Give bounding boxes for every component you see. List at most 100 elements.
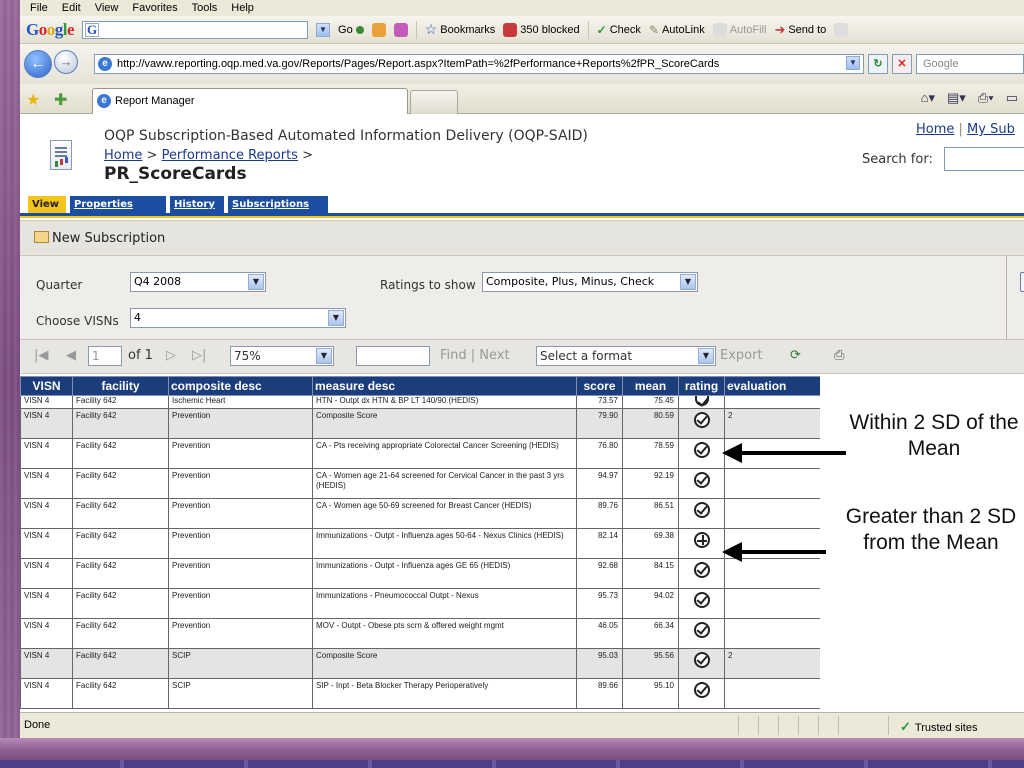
- menu-bar: File Edit View Favorites Tools Help: [20, 0, 1024, 16]
- find-button[interactable]: Find: [440, 348, 467, 363]
- menu-tools[interactable]: Tools: [192, 2, 218, 14]
- status-bar: Done ✓ Trusted sites: [20, 712, 1024, 738]
- tab-properties[interactable]: Properties: [70, 196, 166, 214]
- column-header-score[interactable]: score: [576, 376, 623, 396]
- forward-button[interactable]: →: [54, 50, 78, 74]
- menu-edit[interactable]: Edit: [62, 2, 81, 14]
- security-zone[interactable]: ✓ Trusted sites: [900, 719, 977, 735]
- feeds-icon[interactable]: ▤▾: [947, 90, 966, 106]
- menu-help[interactable]: Help: [231, 2, 254, 14]
- table-row: VISN 4 Facility 642 SCIP SIP - Inpt - Beta …: [20, 678, 820, 709]
- rating-cell: [678, 438, 725, 469]
- highlight-icon[interactable]: [834, 22, 849, 37]
- new-tab-button[interactable]: [410, 90, 458, 114]
- page-number-input[interactable]: 1: [88, 346, 122, 366]
- bookmarks-button[interactable]: ☆ Bookmarks: [425, 21, 496, 38]
- ie-page-icon: e: [97, 94, 111, 108]
- view-report-button[interactable]: [1020, 272, 1024, 292]
- column-header-facility[interactable]: facility: [72, 376, 169, 396]
- facility-cell: Facility 642: [72, 528, 169, 559]
- page-icon[interactable]: ▭: [1006, 90, 1018, 106]
- home-icon[interactable]: ⌂▾: [921, 90, 935, 106]
- extensions-icon[interactable]: [393, 22, 408, 37]
- facility-cell: Facility 642: [72, 438, 169, 469]
- zoom-select[interactable]: 75% ▼: [230, 346, 334, 366]
- tab-view[interactable]: View: [28, 196, 66, 214]
- google-search-input[interactable]: G: [82, 20, 309, 39]
- mean-cell: 80.59: [622, 408, 679, 439]
- tab-report-manager[interactable]: e Report Manager: [92, 88, 408, 114]
- measure-cell: CA - Women age 21-64 screened for Cervic…: [312, 468, 577, 499]
- last-page-button[interactable]: ▷|: [192, 348, 206, 363]
- tab-subscriptions[interactable]: Subscriptions: [228, 196, 328, 214]
- stop-button[interactable]: ✕: [892, 54, 912, 74]
- top-home-link[interactable]: Home: [916, 122, 954, 137]
- autolink-button[interactable]: ✎ AutoLink: [649, 23, 705, 37]
- quarter-select[interactable]: Q4 2008 ▼: [130, 272, 266, 292]
- column-header-mean[interactable]: mean: [622, 376, 679, 396]
- score-cell: 92.68: [576, 558, 623, 589]
- breadcrumb-performance-link[interactable]: Performance Reports: [162, 148, 298, 163]
- first-page-button[interactable]: |◀: [34, 348, 48, 363]
- search-for-input[interactable]: [944, 147, 1024, 171]
- google-go-button[interactable]: Go: [338, 24, 364, 36]
- autofill-button[interactable]: AutoFill: [712, 22, 766, 37]
- spellcheck-button[interactable]: ✓ Check: [597, 23, 641, 37]
- page-header: OQP Subscription-Based Automated Informa…: [20, 114, 1024, 196]
- rating-cell: [678, 588, 725, 619]
- popup-blocker-button[interactable]: 350 blocked: [503, 22, 580, 37]
- column-header-rating[interactable]: rating: [678, 376, 725, 396]
- visn-cell: VISN 4: [20, 618, 73, 649]
- add-favorites-icon[interactable]: ✚: [54, 90, 67, 110]
- menu-file[interactable]: File: [30, 2, 48, 14]
- table-row: VISN 4 Facility 642 Prevention MOV - Outpt …: [20, 618, 820, 649]
- google-search-dropdown-icon[interactable]: ▼: [316, 22, 331, 37]
- breadcrumb-home-link[interactable]: Home: [104, 148, 142, 163]
- evaluation-cell: 2: [724, 648, 820, 679]
- column-header-composite[interactable]: composite desc: [168, 376, 313, 396]
- evaluation-cell: [724, 498, 820, 529]
- export-button[interactable]: Export: [720, 348, 763, 363]
- wand-icon: ✎: [648, 22, 659, 37]
- column-header-visn[interactable]: VISN: [20, 376, 73, 396]
- next-page-button[interactable]: ▷: [166, 348, 176, 363]
- composite-cell: SCIP: [168, 648, 313, 679]
- report-body[interactable]: VISN facility composite desc measure des…: [20, 376, 820, 710]
- my-subscriptions-link[interactable]: My Sub: [967, 122, 1015, 137]
- refresh-button[interactable]: ↻: [868, 54, 888, 74]
- tab-history[interactable]: History: [170, 196, 224, 214]
- address-input[interactable]: e http://vaww.reporting.oqp.med.va.gov/Re…: [94, 54, 864, 74]
- find-next-button[interactable]: Next: [479, 348, 509, 363]
- column-header-evaluation[interactable]: evaluation: [724, 376, 820, 396]
- back-button[interactable]: ←: [24, 50, 52, 78]
- mean-cell: 84.15: [622, 558, 679, 589]
- tab-row: ★ ✚ e Report Manager ⌂▾ ▤▾ ⎙▾ ▭: [20, 84, 1024, 114]
- rating-cell: [678, 558, 725, 589]
- find-input[interactable]: [356, 346, 430, 366]
- column-header-measure[interactable]: measure desc: [312, 376, 577, 396]
- export-format-select[interactable]: Select a format ▼: [536, 346, 716, 366]
- composite-cell: Prevention: [168, 558, 313, 589]
- visns-select[interactable]: 4 ▼: [130, 308, 346, 328]
- print-icon[interactable]: ⎙▾: [978, 90, 994, 106]
- pagerank-icon[interactable]: [371, 22, 386, 37]
- table-row: VISN 4 Facility 642 Prevention CA - Pts rec…: [20, 438, 820, 469]
- prev-page-button[interactable]: ◀: [66, 348, 76, 363]
- menu-favorites[interactable]: Favorites: [132, 2, 177, 14]
- close-icon: ✕: [897, 58, 907, 70]
- favorites-star-icon[interactable]: ★: [26, 90, 40, 110]
- new-subscription-button[interactable]: New Subscription: [34, 231, 165, 246]
- mean-cell: 69.38: [622, 528, 679, 559]
- composite-cell: Prevention: [168, 498, 313, 529]
- search-engine-input[interactable]: Google: [916, 54, 1024, 74]
- quarter-label: Quarter: [36, 278, 83, 292]
- address-dropdown-icon[interactable]: ▼: [846, 56, 860, 70]
- address-bar-row: ← → e http://vaww.reporting.oqp.med.va.go…: [20, 44, 1024, 84]
- check-circle-icon: [693, 622, 710, 638]
- send-to-button[interactable]: ➜ Send to: [774, 22, 826, 38]
- menu-view[interactable]: View: [95, 2, 119, 14]
- chevron-down-icon: ▼: [248, 274, 264, 290]
- refresh-report-icon[interactable]: ⟳: [790, 348, 801, 363]
- print-report-icon[interactable]: ⎙: [834, 348, 844, 363]
- ratings-select[interactable]: Composite, Plus, Minus, Check ▼: [482, 272, 698, 292]
